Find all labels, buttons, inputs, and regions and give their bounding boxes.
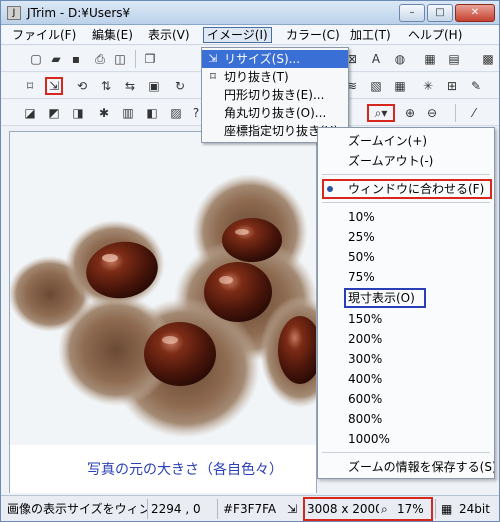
menu-separator <box>322 202 490 203</box>
crop-tool-icon[interactable]: ⌑ <box>21 77 39 95</box>
status-separator <box>435 499 436 519</box>
tile-icon[interactable]: ▤ <box>445 50 463 68</box>
zoom-level-75[interactable]: 75% <box>318 268 494 286</box>
color-depth-icon: ▦ <box>441 502 453 516</box>
status-separator <box>147 499 148 519</box>
gradient-icon[interactable]: ◪ <box>21 104 39 122</box>
image-icon[interactable]: ▨ <box>167 104 185 122</box>
fit-window-item[interactable]: ウィンドウに合わせる(F) <box>318 180 494 198</box>
radio-selected-icon <box>327 186 333 192</box>
text-icon[interactable]: A <box>367 50 385 68</box>
crop-icon: ⌑ <box>210 70 216 83</box>
toolbar-separator <box>455 104 456 122</box>
maximize-button[interactable]: □ <box>427 4 453 22</box>
save-icon[interactable]: ▪ <box>67 50 85 68</box>
minimize-button[interactable]: – <box>399 4 425 22</box>
status-image-size: 3008 x 2000 <box>307 502 379 516</box>
menu-item-crop[interactable]: ⌑ 切り抜き(T) <box>202 68 348 86</box>
halftone-icon[interactable]: ◍ <box>391 50 409 68</box>
new-file-icon[interactable]: ▢ <box>27 50 45 68</box>
close-button[interactable]: ✕ <box>455 4 495 22</box>
image-canvas[interactable] <box>9 131 317 493</box>
toolbar-separator <box>135 50 136 68</box>
status-color-hex: #F3F7FA <box>223 502 277 516</box>
menu-process[interactable]: 加工(T) <box>347 27 394 43</box>
zoom-level-25[interactable]: 25% <box>318 228 494 246</box>
copy-icon[interactable]: ❐ <box>141 50 159 68</box>
menu-item-label: 円形切り抜き(E)... <box>224 88 325 102</box>
print-preview-icon[interactable]: ◫ <box>111 50 129 68</box>
palette-icon[interactable]: ▩ <box>479 50 497 68</box>
zoom-level-400[interactable]: 400% <box>318 370 494 388</box>
status-zoom: 17% <box>397 502 424 516</box>
menu-item-resize[interactable]: ⇲ リサイズ(S)... <box>202 50 348 68</box>
zoom-level-300[interactable]: 300% <box>318 350 494 368</box>
zoom-level-50[interactable]: 50% <box>318 248 494 266</box>
print-icon[interactable]: ⎙ <box>91 50 109 68</box>
sparkle-icon[interactable]: ✳ <box>419 77 437 95</box>
status-coords: 2294 , 0 <box>151 502 201 516</box>
zoom-menu-dropdown: ズームイン(+) ズームアウト(-) ウィンドウに合わせる(F) 10% 25%… <box>317 127 495 479</box>
zoom-in-icon[interactable]: ⊕ <box>401 104 419 122</box>
mosaic-icon[interactable]: ▦ <box>391 77 409 95</box>
brush-icon[interactable]: ✎ <box>467 77 485 95</box>
zoom-out-icon[interactable]: ⊖ <box>423 104 441 122</box>
invert-icon[interactable]: ◧ <box>143 104 161 122</box>
effect-icon[interactable]: ✱ <box>95 104 113 122</box>
jtrim-window: J JTrim - D:¥Users¥ – □ ✕ ファイル(F) 編集(E) … <box>0 0 500 522</box>
zoom-status-icon: ⌕ <box>381 502 388 516</box>
annotation-caption: 写真の元の大きさ（各自色々） <box>87 462 283 478</box>
save-zoom-info-item[interactable]: ズームの情報を保存する(S) <box>318 458 494 476</box>
resize-status-icon: ⇲ <box>287 502 298 516</box>
zoom-out-item[interactable]: ズームアウト(-) <box>318 152 494 170</box>
grid-icon[interactable]: ▦ <box>421 50 439 68</box>
jtrim-app-icon[interactable]: J <box>7 6 21 20</box>
menu-item-label: リサイズ(S)... <box>224 52 301 66</box>
menu-bar: ファイル(F) 編集(E) 表示(V) イメージ(I) カラー(C) 加工(T)… <box>1 25 499 45</box>
flip-icon[interactable]: ⇅ <box>97 77 115 95</box>
menu-image[interactable]: イメージ(I) <box>203 27 272 43</box>
zoom-level-10[interactable]: 10% <box>318 208 494 226</box>
menu-item-label: 角丸切り抜き(O)... <box>224 106 327 120</box>
resize-icon: ⇲ <box>208 52 218 65</box>
menu-item-rounded-crop[interactable]: 角丸切り抜き(O)... <box>202 104 348 122</box>
actual-size-item[interactable]: 現寸表示(O) <box>318 289 494 307</box>
rotate-90-icon[interactable]: ↻ <box>171 77 189 95</box>
menu-item-circle-crop[interactable]: 円形切り抜き(E)... <box>202 86 348 104</box>
title-bar[interactable]: J JTrim - D:¥Users¥ – □ ✕ <box>1 1 499 25</box>
menu-separator <box>322 452 490 453</box>
resize-tool-icon[interactable]: ⇲ <box>45 77 63 95</box>
zoom-level-600[interactable]: 600% <box>318 390 494 408</box>
menu-help[interactable]: ヘルプ(H) <box>405 27 465 43</box>
frame-icon[interactable]: ▣ <box>145 77 163 95</box>
fit-window-label: ウィンドウに合わせる(F) <box>348 182 485 196</box>
zoom-level-200[interactable]: 200% <box>318 330 494 348</box>
rainbow-icon[interactable]: ▥ <box>119 104 137 122</box>
acorn-photo <box>10 132 316 492</box>
menu-item-label: 切り抜き(T) <box>224 70 289 84</box>
status-separator <box>217 499 218 519</box>
status-bar: 画像の表示サイズをウィンドウに合わせます 2294 , 0 #F3F7FA ⇲ … <box>1 495 499 521</box>
rotate-icon[interactable]: ⟲ <box>73 77 91 95</box>
window-title: JTrim - D:¥Users¥ <box>27 6 131 20</box>
open-folder-icon[interactable]: ▰ <box>47 50 65 68</box>
menu-file[interactable]: ファイル(F) <box>9 27 79 43</box>
zoom-level-800[interactable]: 800% <box>318 410 494 428</box>
menu-view[interactable]: 表示(V) <box>145 27 193 43</box>
status-message: 画像の表示サイズをウィンドウに合わせます <box>7 502 147 516</box>
color-balance-icon[interactable]: ◨ <box>69 104 87 122</box>
status-bit-depth: 24bit <box>459 502 490 516</box>
menu-edit[interactable]: 編集(E) <box>89 27 136 43</box>
menu-separator <box>322 174 490 175</box>
zoom-level-1000[interactable]: 1000% <box>318 430 494 448</box>
eyedropper-icon[interactable]: ⁄ <box>465 104 483 122</box>
zoom-in-item[interactable]: ズームイン(+) <box>318 132 494 150</box>
zoom-level-150[interactable]: 150% <box>318 310 494 328</box>
menu-color[interactable]: カラー(C) <box>283 27 343 43</box>
mirror-icon[interactable]: ⇆ <box>121 77 139 95</box>
contrast-icon[interactable]: ◩ <box>45 104 63 122</box>
lines-icon[interactable]: ⊞ <box>443 77 461 95</box>
zoom-dropdown-button[interactable]: ⌕▾ <box>367 104 395 122</box>
dither-icon[interactable]: ▧ <box>367 77 385 95</box>
